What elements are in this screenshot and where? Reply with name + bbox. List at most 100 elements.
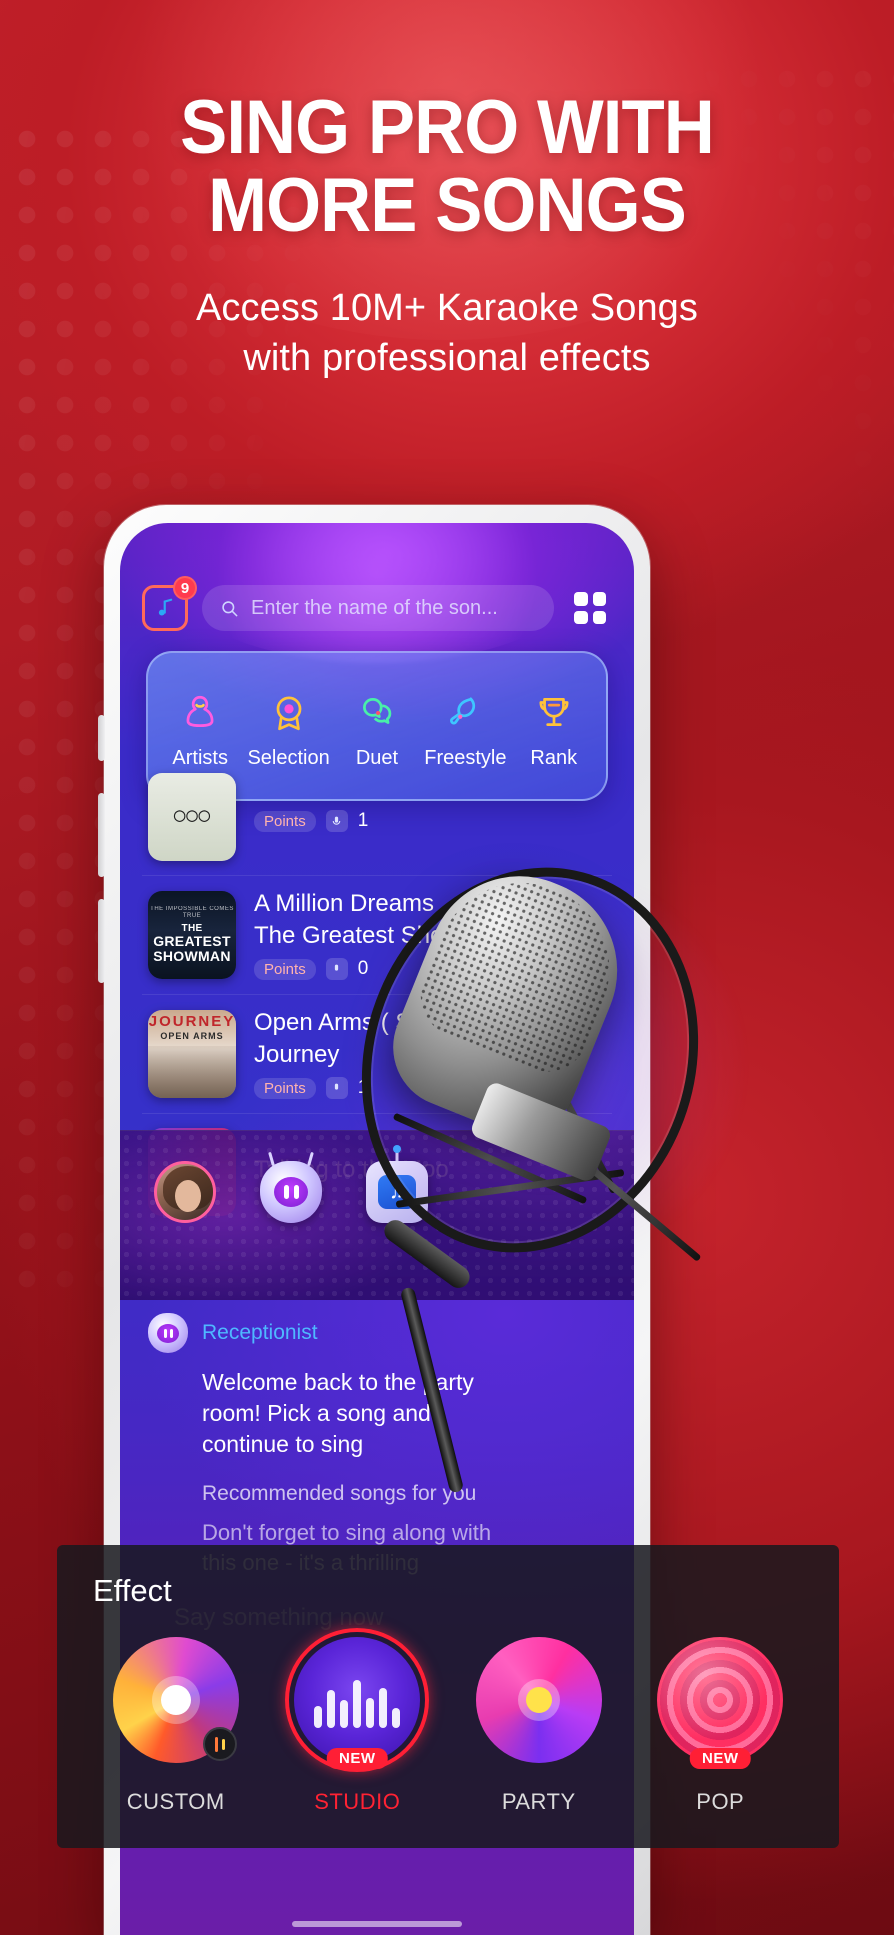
- effect-options-row: CUSTOM NEW STUDIO PARTY NEW POP: [57, 1628, 839, 1815]
- effect-label: PARTY: [501, 1789, 576, 1814]
- effect-option-custom[interactable]: CUSTOM: [93, 1637, 258, 1815]
- sing-button[interactable]: SING: [494, 911, 606, 959]
- promo-text-block: SING PRO WITH MORE SONGS Access 10M+ Kar…: [0, 90, 894, 383]
- category-freestyle[interactable]: Freestyle: [421, 689, 509, 770]
- album-cover: THE IMPOSSIBLE COMES TRUE THE GREATEST S…: [148, 891, 236, 979]
- effect-option-studio[interactable]: NEW STUDIO: [275, 1628, 440, 1815]
- effect-panel-title: Effect: [93, 1573, 172, 1608]
- category-label: Selection: [247, 746, 330, 769]
- avatar-face: [175, 1180, 201, 1212]
- effect-disc-wrap: [475, 1637, 602, 1763]
- grid-cell: [574, 610, 588, 624]
- receptionist-name: Receptionist: [202, 1321, 318, 1344]
- effect-disc-wrap: [112, 1637, 239, 1763]
- bot-eyes: [157, 1323, 179, 1343]
- music-bot-avatar[interactable]: ♫: [366, 1161, 428, 1223]
- mic-points-icon: [325, 810, 348, 832]
- phone-volume-up-button[interactable]: [98, 793, 105, 877]
- category-label: Freestyle: [424, 746, 507, 769]
- points-label: Points: [254, 958, 316, 980]
- song-points: Points 1: [254, 810, 606, 832]
- grid-cell: [574, 592, 588, 606]
- notification-badge: 9: [173, 576, 197, 600]
- category-label: Artists: [172, 746, 228, 769]
- points-value: 0: [357, 958, 369, 979]
- trophy-icon: [533, 689, 575, 733]
- points-label: Points: [254, 1077, 316, 1099]
- studio-effect-disc: [294, 1637, 421, 1763]
- album-cover: ◯◯◯: [148, 773, 236, 861]
- category-selection[interactable]: Selection: [244, 689, 332, 770]
- category-label: Duet: [355, 746, 399, 769]
- cover-line-2: OPEN ARMS: [160, 1030, 224, 1041]
- party-effect-disc: [475, 1637, 602, 1763]
- subtitle-line-2: with professional effects: [243, 336, 651, 379]
- song-row[interactable]: THE IMPOSSIBLE COMES TRUE THE GREATEST S…: [142, 876, 612, 995]
- effect-option-party[interactable]: PARTY: [456, 1637, 621, 1815]
- effect-label: STUDIO: [314, 1789, 401, 1814]
- album-cover-text: JOURNEY OPEN ARMS: [148, 1010, 236, 1098]
- new-badge: NEW: [327, 1748, 388, 1769]
- effect-disc-wrap: NEW: [285, 1628, 430, 1772]
- search-placeholder-text: Enter the name of the son...: [251, 596, 498, 619]
- album-cover-text: THE IMPOSSIBLE COMES TRUE THE GREATEST S…: [148, 891, 236, 979]
- category-rank[interactable]: Rank: [510, 689, 598, 770]
- headline-line-2: MORE SONGS: [208, 163, 687, 249]
- cover-line-3: SHOWMAN: [153, 948, 231, 965]
- recommended-songs-note: Recommended songs for you: [202, 1482, 477, 1506]
- song-title: A Million Dreams: [254, 890, 435, 917]
- mic-points-icon: [325, 1077, 348, 1099]
- receptionist-message: Welcome back to the party room! Pick a s…: [202, 1367, 606, 1460]
- subtitle-line-1: Access 10M+ Karaoke Songs: [195, 287, 699, 330]
- song-row[interactable]: JOURNEY OPEN ARMS Open Arms ( Sh Journey…: [142, 995, 612, 1114]
- song-row[interactable]: ◯◯◯ Points 1: [142, 773, 612, 876]
- promo-subtitle: Access 10M+ Karaoke Songs with professio…: [0, 284, 894, 383]
- phone-volume-down-button[interactable]: [98, 899, 105, 983]
- search-input[interactable]: Enter the name of the son...: [202, 585, 554, 631]
- song-info: Points 1: [254, 802, 606, 832]
- cover-line-1: JOURNEY: [148, 1013, 236, 1030]
- pop-effect-disc: [657, 1637, 784, 1763]
- participants-strip: ♫: [120, 1130, 634, 1300]
- song-info: A Million Dreams The Greatest Showman Po…: [254, 890, 476, 980]
- message-line-2: room! Pick a song and: [202, 1400, 431, 1427]
- avatar-row: ♫: [154, 1161, 428, 1223]
- effect-label: POP: [696, 1789, 745, 1814]
- effect-disc-wrap: NEW: [657, 1637, 784, 1769]
- category-artists[interactable]: Artists: [156, 689, 244, 770]
- effect-label: CUSTOM: [126, 1789, 225, 1814]
- message-line-1: Welcome back to the party: [202, 1369, 474, 1395]
- effect-option-pop[interactable]: NEW POP: [638, 1637, 803, 1815]
- category-duet[interactable]: Duet: [333, 689, 421, 770]
- promo-headline: SING PRO WITH MORE SONGS: [31, 90, 862, 249]
- points-value: 1: [357, 810, 369, 831]
- bot-eyes: [274, 1177, 308, 1207]
- music-note-screen-icon: ♫: [378, 1175, 416, 1209]
- new-badge: NEW: [690, 1748, 751, 1769]
- home-indicator: [292, 1921, 462, 1927]
- effect-panel: Effect CUSTOM NEW STUDIO PARTY NEW POP: [57, 1545, 839, 1848]
- cover-line-2: GREATEST: [153, 933, 231, 950]
- points-label: Points: [254, 810, 316, 832]
- points-value: 1: [357, 1077, 369, 1098]
- receptionist-header: Receptionist: [148, 1313, 606, 1353]
- receptionist-bot-avatar[interactable]: [260, 1161, 322, 1223]
- phone-mute-button[interactable]: [98, 715, 105, 761]
- message-line-5: Don't forget to sing along with: [202, 1520, 492, 1546]
- user-avatar[interactable]: [154, 1161, 216, 1223]
- album-cover: JOURNEY OPEN ARMS: [148, 1010, 236, 1098]
- equalizer-knob-icon[interactable]: [202, 1727, 237, 1761]
- song-points: Points 0: [254, 958, 476, 980]
- message-line-3: continue to sing: [202, 1431, 364, 1458]
- app-topbar: 9 Enter the name of the son...: [120, 576, 634, 631]
- headline-line-1: SING PRO WITH: [180, 85, 715, 170]
- grid-view-icon[interactable]: [568, 586, 612, 630]
- song-info: Open Arms ( Sh Journey Points 1: [254, 1009, 606, 1099]
- duet-bubbles-icon: [356, 689, 398, 733]
- song-artist: The Greatest Showman: [254, 922, 477, 949]
- category-label: Rank: [530, 746, 578, 769]
- cover-tagline: THE IMPOSSIBLE COMES TRUE: [150, 906, 234, 919]
- music-library-button[interactable]: 9: [142, 576, 197, 631]
- grid-cell: [592, 610, 606, 624]
- song-title: Open Arms ( Sh: [254, 1009, 425, 1036]
